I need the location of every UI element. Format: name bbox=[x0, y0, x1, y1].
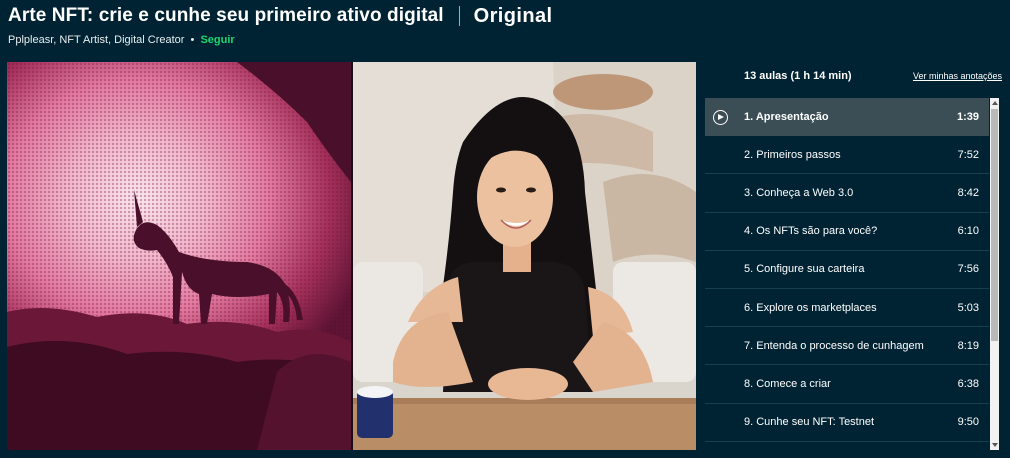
lesson-item[interactable]: 7. Entenda o processo de cunhagem 8:19 bbox=[705, 327, 989, 366]
lesson-title: 1. Apresentação bbox=[744, 110, 829, 123]
lesson-list-scrollbar[interactable] bbox=[990, 98, 999, 450]
course-title: Arte NFT: crie e cunhe seu primeiro ativ… bbox=[8, 5, 444, 26]
lesson-title: 7. Entenda o processo de cunhagem bbox=[744, 339, 924, 352]
author-separator: • bbox=[190, 34, 195, 46]
lesson-item[interactable]: 4. Os NFTs são para você? 6:10 bbox=[705, 213, 989, 251]
lesson-count: 13 aulas (1 h 14 min) bbox=[744, 70, 852, 82]
course-header: Arte NFT: crie e cunhe seu primeiro ativ… bbox=[8, 4, 552, 28]
instructor-photo bbox=[353, 62, 696, 450]
lesson-duration: 7:52 bbox=[957, 148, 979, 161]
title-divider bbox=[458, 6, 460, 26]
lesson-duration: 7:56 bbox=[957, 263, 979, 276]
view-notes-link[interactable]: Ver minhas anotações bbox=[913, 71, 1002, 81]
scroll-down-arrow-icon[interactable] bbox=[990, 440, 999, 450]
lesson-duration: 1:39 bbox=[956, 110, 979, 123]
follow-button[interactable]: Seguir bbox=[200, 34, 234, 46]
nft-artwork-image bbox=[7, 62, 351, 450]
author-line: Pplpleasr, NFT Artist, Digital Creator •… bbox=[8, 34, 235, 46]
lesson-item[interactable]: 1. Apresentação 1:39 bbox=[705, 98, 989, 137]
lesson-item[interactable]: 5. Configure sua carteira 7:56 bbox=[705, 251, 989, 289]
play-icon[interactable] bbox=[713, 110, 728, 125]
lesson-item[interactable]: 6. Explore os marketplaces 5:03 bbox=[705, 289, 989, 328]
lesson-list: 1. Apresentação 1:39 2. Primeiros passos… bbox=[705, 98, 989, 442]
lesson-title: 6. Explore os marketplaces bbox=[744, 301, 877, 314]
lessons-header: 13 aulas (1 h 14 min) Ver minhas anotaçõ… bbox=[744, 70, 1002, 82]
lesson-item[interactable]: 2. Primeiros passos 7:52 bbox=[705, 136, 989, 175]
lesson-title: 8. Comece a criar bbox=[744, 377, 831, 390]
lesson-item[interactable]: 3. Conheça a Web 3.0 8:42 bbox=[705, 174, 989, 213]
lesson-title: 3. Conheça a Web 3.0 bbox=[744, 186, 854, 199]
lesson-duration: 9:50 bbox=[957, 416, 979, 429]
author-names[interactable]: Pplpleasr, NFT Artist, Digital Creator bbox=[8, 34, 184, 46]
original-badge: Original bbox=[473, 4, 553, 27]
lesson-duration: 8:42 bbox=[957, 186, 979, 199]
scroll-thumb[interactable] bbox=[991, 109, 998, 341]
lesson-duration: 8:19 bbox=[957, 339, 979, 352]
lesson-item[interactable]: 9. Cunhe seu NFT: Testnet 9:50 bbox=[705, 404, 989, 442]
lesson-title: 5. Configure sua carteira bbox=[744, 263, 865, 276]
scroll-up-arrow-icon[interactable] bbox=[990, 98, 999, 108]
lesson-duration: 5:03 bbox=[957, 301, 979, 314]
lesson-duration: 6:10 bbox=[957, 225, 979, 238]
lesson-title: 2. Primeiros passos bbox=[744, 148, 841, 161]
lesson-title: 9. Cunhe seu NFT: Testnet bbox=[744, 416, 875, 429]
lesson-title: 4. Os NFTs são para você? bbox=[744, 225, 878, 238]
lesson-item[interactable]: 8. Comece a criar 6:38 bbox=[705, 365, 989, 404]
lesson-duration: 6:38 bbox=[957, 377, 979, 390]
video-player[interactable] bbox=[7, 62, 696, 450]
